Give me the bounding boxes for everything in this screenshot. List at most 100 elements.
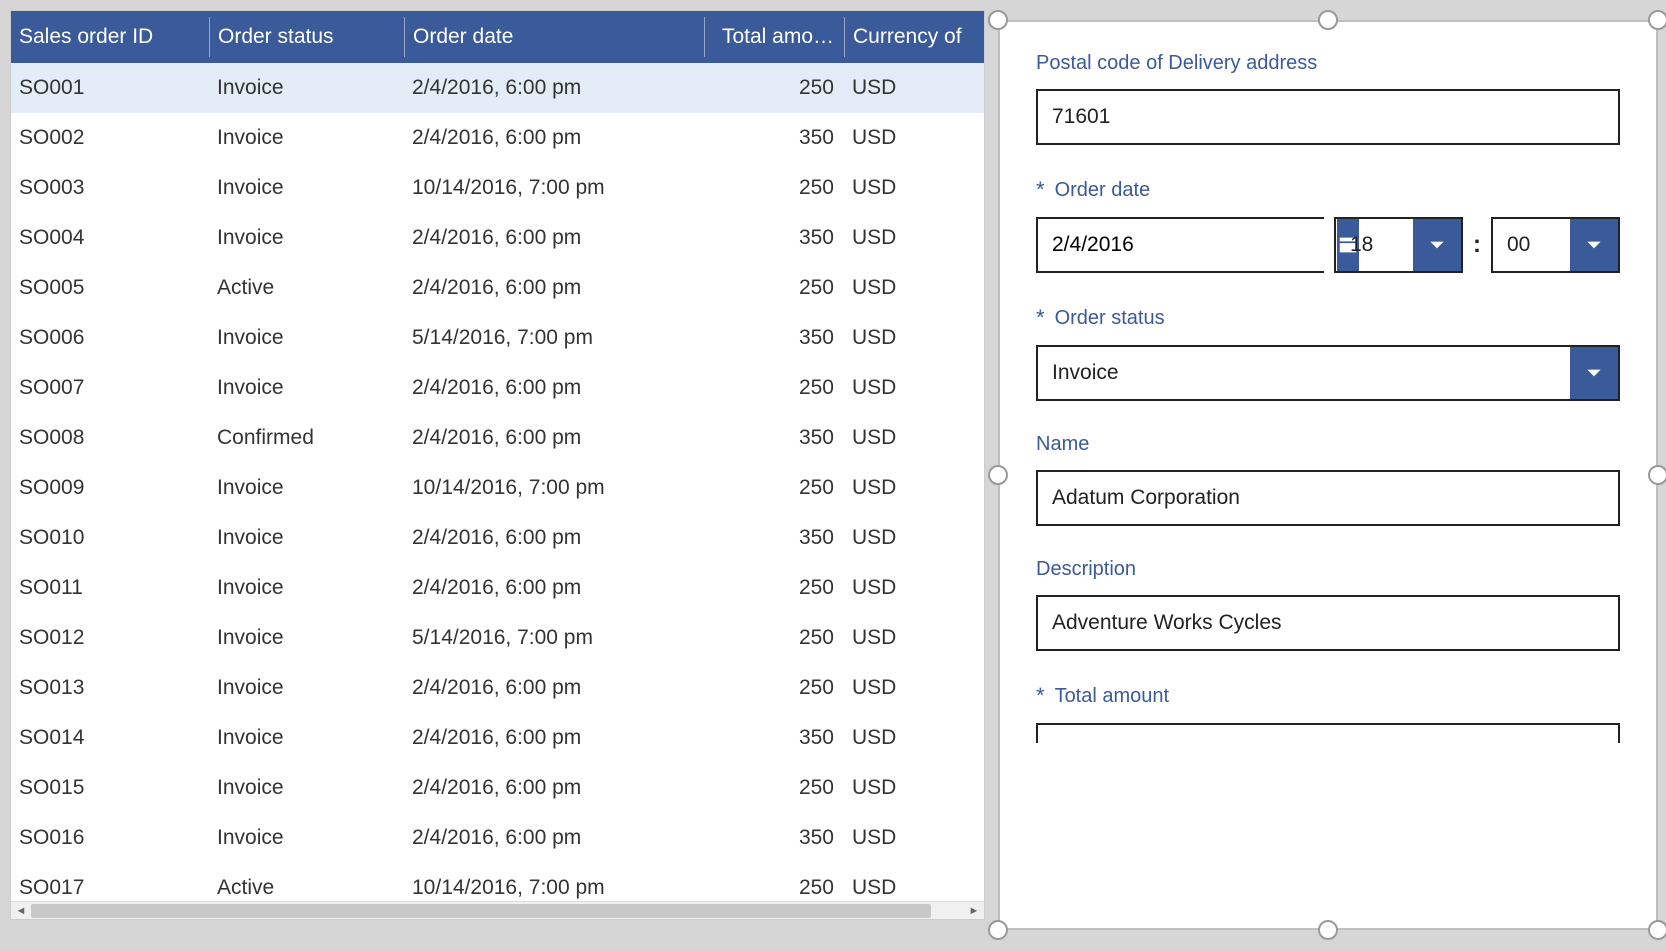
cell-amount: 350	[704, 326, 844, 350]
table-row[interactable]: SO005Active2/4/2016, 6:00 pm250USD	[11, 263, 984, 313]
order-date-field[interactable]	[1038, 219, 1337, 271]
column-header-amount[interactable]: Total amo…	[704, 17, 844, 57]
cell-status: Invoice	[209, 826, 404, 850]
resize-handle-mid-right[interactable]	[1648, 465, 1666, 485]
required-marker-icon: *	[1036, 683, 1045, 709]
cell-id: SO002	[11, 126, 209, 150]
order-status-value: Invoice	[1038, 347, 1570, 399]
table-row[interactable]: SO011Invoice2/4/2016, 6:00 pm250USD	[11, 563, 984, 613]
resize-handle-top-left[interactable]	[988, 10, 1008, 30]
table-row[interactable]: SO009Invoice10/14/2016, 7:00 pm250USD	[11, 463, 984, 513]
cell-status: Confirmed	[209, 426, 404, 450]
cell-amount: 250	[704, 676, 844, 700]
horizontal-scrollbar[interactable]: ◄ ►	[11, 901, 984, 919]
order-minute-value: 00	[1493, 219, 1570, 271]
cell-amount: 250	[704, 476, 844, 500]
column-header-date[interactable]: Order date	[404, 17, 704, 57]
cell-currency: USD	[844, 126, 964, 150]
table-row[interactable]: SO002Invoice2/4/2016, 6:00 pm350USD	[11, 113, 984, 163]
sales-order-table: Sales order ID Order status Order date T…	[10, 10, 985, 920]
resize-handle-bottom-left[interactable]	[988, 920, 1008, 940]
cell-currency: USD	[844, 676, 964, 700]
table-row[interactable]: SO015Invoice2/4/2016, 6:00 pm250USD	[11, 763, 984, 813]
order-status-dropdown[interactable]: Invoice	[1036, 345, 1620, 401]
table-row[interactable]: SO012Invoice5/14/2016, 7:00 pm250USD	[11, 613, 984, 663]
cell-id: SO006	[11, 326, 209, 350]
name-label: Name	[1036, 433, 1620, 456]
cell-currency: USD	[844, 276, 964, 300]
cell-id: SO003	[11, 176, 209, 200]
cell-id: SO005	[11, 276, 209, 300]
cell-currency: USD	[844, 576, 964, 600]
cell-id: SO014	[11, 726, 209, 750]
table-row[interactable]: SO010Invoice2/4/2016, 6:00 pm350USD	[11, 513, 984, 563]
chevron-down-icon[interactable]	[1413, 219, 1461, 271]
order-date-label: * Order date	[1036, 177, 1620, 203]
order-hour-dropdown[interactable]: 18	[1334, 217, 1463, 273]
cell-currency: USD	[844, 176, 964, 200]
cell-date: 10/14/2016, 7:00 pm	[404, 176, 704, 200]
table-row[interactable]: SO013Invoice2/4/2016, 6:00 pm250USD	[11, 663, 984, 713]
cell-date: 5/14/2016, 7:00 pm	[404, 626, 704, 650]
table-row[interactable]: SO017Active10/14/2016, 7:00 pm250USD	[11, 863, 984, 901]
cell-amount: 250	[704, 776, 844, 800]
cell-amount: 350	[704, 426, 844, 450]
cell-currency: USD	[844, 626, 964, 650]
cell-amount: 350	[704, 526, 844, 550]
table-row[interactable]: SO008Confirmed2/4/2016, 6:00 pm350USD	[11, 413, 984, 463]
cell-status: Active	[209, 276, 404, 300]
resize-handle-top-right[interactable]	[1648, 10, 1666, 30]
cell-id: SO010	[11, 526, 209, 550]
cell-date: 2/4/2016, 6:00 pm	[404, 276, 704, 300]
order-date-input[interactable]	[1036, 217, 1324, 273]
table-row[interactable]: SO016Invoice2/4/2016, 6:00 pm350USD	[11, 813, 984, 863]
cell-date: 2/4/2016, 6:00 pm	[404, 376, 704, 400]
column-header-status[interactable]: Order status	[209, 17, 404, 57]
hscroll-thumb[interactable]	[31, 904, 931, 918]
cell-status: Invoice	[209, 76, 404, 100]
resize-handle-bottom-right[interactable]	[1648, 920, 1666, 940]
postal-code-input[interactable]	[1036, 89, 1620, 145]
resize-handle-mid-left[interactable]	[988, 465, 1008, 485]
cell-status: Invoice	[209, 676, 404, 700]
cell-currency: USD	[844, 376, 964, 400]
cell-id: SO001	[11, 76, 209, 100]
name-input[interactable]	[1036, 470, 1620, 526]
cell-status: Active	[209, 876, 404, 900]
table-row[interactable]: SO004Invoice2/4/2016, 6:00 pm350USD	[11, 213, 984, 263]
chevron-down-icon[interactable]	[1570, 347, 1618, 399]
column-header-id[interactable]: Sales order ID	[11, 17, 209, 57]
order-minute-dropdown[interactable]: 00	[1491, 217, 1620, 273]
cell-status: Invoice	[209, 726, 404, 750]
total-amount-label: * Total amount	[1036, 683, 1620, 709]
scroll-left-icon[interactable]: ◄	[13, 902, 29, 920]
cell-amount: 250	[704, 276, 844, 300]
scroll-right-icon[interactable]: ►	[966, 902, 982, 920]
cell-currency: USD	[844, 476, 964, 500]
resize-handle-top-mid[interactable]	[1318, 10, 1338, 30]
column-header-currency[interactable]: Currency of T	[844, 17, 964, 57]
cell-id: SO016	[11, 826, 209, 850]
table-row[interactable]: SO014Invoice2/4/2016, 6:00 pm350USD	[11, 713, 984, 763]
cell-date: 2/4/2016, 6:00 pm	[404, 226, 704, 250]
resize-handle-bottom-mid[interactable]	[1318, 920, 1338, 940]
table-body[interactable]: SO001Invoice2/4/2016, 6:00 pm250USDSO002…	[11, 63, 984, 901]
cell-amount: 250	[704, 76, 844, 100]
cell-currency: USD	[844, 726, 964, 750]
total-amount-input[interactable]	[1036, 723, 1620, 743]
cell-currency: USD	[844, 526, 964, 550]
required-marker-icon: *	[1036, 177, 1045, 203]
cell-amount: 250	[704, 376, 844, 400]
table-row[interactable]: SO001Invoice2/4/2016, 6:00 pm250USD	[11, 63, 984, 113]
cell-date: 5/14/2016, 7:00 pm	[404, 326, 704, 350]
table-row[interactable]: SO003Invoice10/14/2016, 7:00 pm250USD	[11, 163, 984, 213]
cell-status: Invoice	[209, 576, 404, 600]
order-hour-value: 18	[1336, 219, 1413, 271]
chevron-down-icon[interactable]	[1570, 219, 1618, 271]
cell-status: Invoice	[209, 226, 404, 250]
cell-currency: USD	[844, 876, 964, 900]
cell-date: 2/4/2016, 6:00 pm	[404, 526, 704, 550]
table-row[interactable]: SO006Invoice5/14/2016, 7:00 pm350USD	[11, 313, 984, 363]
description-input[interactable]	[1036, 595, 1620, 651]
table-row[interactable]: SO007Invoice2/4/2016, 6:00 pm250USD	[11, 363, 984, 413]
